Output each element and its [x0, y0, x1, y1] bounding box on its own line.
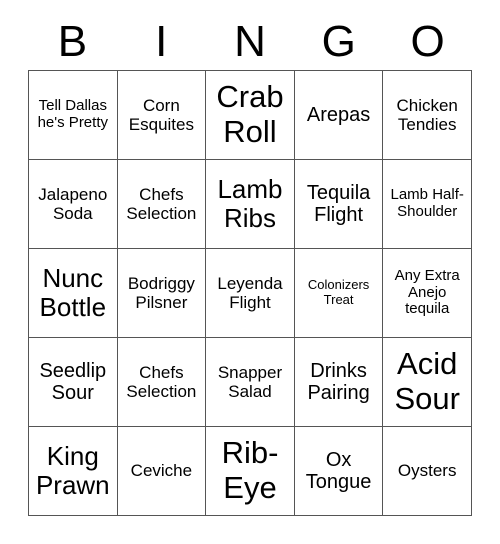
bingo-cell-r4c1[interactable]: Seedlip Sour [29, 338, 118, 427]
bingo-header-letter-b: B [57, 17, 88, 66]
bingo-cell-label: Any Extra Anejo tequila [394, 266, 460, 318]
bingo-cell-label: Tell Dallas he's Pretty [37, 97, 108, 131]
bingo-cell-label: Lamb Ribs [217, 173, 283, 233]
bingo-cell-r3c2[interactable]: Bodriggy Pilsner [117, 249, 207, 338]
bingo-card: B I N G O Tell Dallas he's Pretty Corn Esquit… [0, 0, 500, 544]
bingo-header-letter-o: O [410, 17, 445, 66]
bingo-cell-label: Chicken Tendies [396, 95, 458, 134]
bingo-grid: Tell Dallas he's Pretty Corn Esquites Crab… [28, 70, 472, 516]
bingo-cell-r1c1[interactable]: Tell Dallas he's Pretty [29, 71, 118, 160]
bingo-cell-r3c5[interactable]: Any Extra Anejo tequila [383, 249, 472, 338]
bingo-header-letter-i: I [155, 17, 168, 66]
bingo-cell-label: Jalapeno Soda [38, 184, 108, 223]
bingo-cell-r4c4[interactable]: Drinks Pairing [294, 338, 384, 427]
bingo-cell-label: Colonizers Treat [307, 277, 370, 307]
bingo-cell-label: Leyenda Flight [217, 273, 283, 312]
bingo-cell-r2c1[interactable]: Jalapeno Soda [29, 160, 118, 249]
bingo-cell-label: Oysters [397, 461, 457, 481]
bingo-cell-r5c4[interactable]: Ox Tongue [294, 427, 384, 516]
bingo-cell-r1c4[interactable]: Arepas [294, 71, 384, 160]
bingo-cell-r3c3[interactable]: Leyenda Flight [206, 249, 295, 338]
bingo-cell-label: Seedlip Sour [39, 359, 107, 404]
bingo-cell-label: Crab Roll [216, 79, 284, 149]
bingo-cell-label: Lamb Half-Shoulder [390, 186, 464, 220]
bingo-cell-label: Chefs Selection [126, 362, 197, 401]
bingo-cell-label: King Prawn [35, 440, 110, 500]
bingo-cell-r2c3[interactable]: Lamb Ribs [206, 160, 295, 249]
bingo-cell-label: Acid Sour [394, 346, 460, 416]
bingo-cell-label: Snapper Salad [217, 362, 283, 401]
bingo-cell-r4c5[interactable]: Acid Sour [383, 338, 472, 427]
bingo-cell-label: Ox Tongue [305, 448, 372, 493]
bingo-cell-r2c5[interactable]: Lamb Half-Shoulder [383, 160, 472, 249]
bingo-cell-r4c3[interactable]: Snapper Salad [206, 338, 295, 427]
bingo-cell-label: Ceviche [130, 461, 193, 481]
bingo-cell-label: Drinks Pairing [307, 359, 370, 404]
bingo-cell-r5c5[interactable]: Oysters [383, 427, 472, 516]
bingo-cell-label: Rib-Eye [221, 435, 279, 505]
bingo-cell-label: Nunc Bottle [39, 262, 107, 322]
bingo-cell-label: Chefs Selection [126, 184, 197, 223]
bingo-cell-label: Bodriggy Pilsner [127, 273, 195, 312]
bingo-cell-r1c3[interactable]: Crab Roll [206, 71, 295, 160]
bingo-cell-label: Arepas [306, 103, 371, 126]
bingo-cell-r5c1[interactable]: King Prawn [29, 427, 118, 516]
bingo-cell-r2c2[interactable]: Chefs Selection [117, 160, 207, 249]
bingo-cell-label: Corn Esquites [128, 95, 194, 134]
bingo-cell-r3c4[interactable]: Colonizers Treat [294, 249, 384, 338]
bingo-cell-r2c4[interactable]: Tequila Flight [294, 160, 384, 249]
bingo-header-letter-g: G [321, 17, 356, 66]
bingo-cell-label: Tequila Flight [306, 181, 371, 226]
bingo-cell-r4c2[interactable]: Chefs Selection [117, 338, 207, 427]
bingo-cell-r3c1[interactable]: Nunc Bottle [29, 249, 118, 338]
bingo-cell-r1c2[interactable]: Corn Esquites [117, 71, 207, 160]
bingo-cell-r1c5[interactable]: Chicken Tendies [383, 71, 472, 160]
bingo-cell-r5c2[interactable]: Ceviche [117, 427, 207, 516]
bingo-cell-r5c3[interactable]: Rib-Eye [206, 427, 295, 516]
bingo-header-letter-n: N [234, 17, 266, 66]
bingo-header: BINGO [28, 14, 472, 70]
